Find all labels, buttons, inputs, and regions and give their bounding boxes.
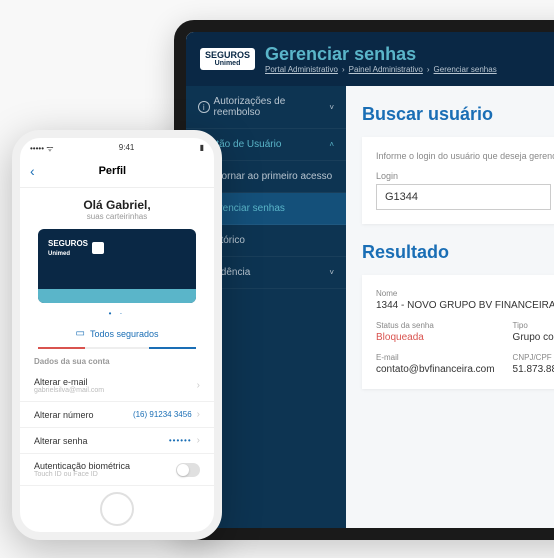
greeting-text: Olá Gabriel, xyxy=(34,198,200,212)
search-section-title: Buscar usuário xyxy=(362,104,554,125)
battery-icon: ▮ xyxy=(200,143,204,154)
brand-logo: SEGUROS Unimed xyxy=(200,48,255,70)
carousel-dots[interactable]: • · xyxy=(20,303,214,324)
info-icon: i xyxy=(198,101,210,113)
nav-title: Perfil xyxy=(35,165,190,177)
row-title: Autenticação biométrica xyxy=(34,461,130,471)
login-input[interactable] xyxy=(376,184,551,210)
chevron-right-icon: › xyxy=(197,435,200,446)
chevron-down-icon: ˅ xyxy=(329,268,334,277)
row-value: (16) 91234 3456 xyxy=(133,410,192,419)
row-title: Alterar e-mail xyxy=(34,377,104,387)
account-section-header: Dados da sua conta xyxy=(20,349,214,366)
card-brand-bottom: Unimed xyxy=(48,251,70,257)
breadcrumb-item[interactable]: Gerenciar senhas xyxy=(434,65,497,74)
card-strip xyxy=(38,289,196,303)
breadcrumb-item[interactable]: Painel Administrativo xyxy=(349,65,423,74)
page-title: Gerenciar senhas xyxy=(265,44,497,65)
breadcrumb-item[interactable]: Portal Administrativo xyxy=(265,65,338,74)
sidebar-item-autorizacoes[interactable]: i Autorizações de reembolso ˅ xyxy=(186,86,346,129)
phone-frame: ••••• ᯤ 9:41 ▮ ‹ Perfil Olá Gabriel, sua… xyxy=(12,130,222,540)
todos-label: Todos segurados xyxy=(90,329,159,339)
nav-bar: ‹ Perfil xyxy=(20,159,214,188)
account-header-label: Dados da sua conta xyxy=(34,357,200,366)
biometric-toggle[interactable] xyxy=(176,463,200,477)
status-time: 9:41 xyxy=(119,143,135,154)
result-status-label: Status da senha xyxy=(376,321,495,330)
row-alterar-email[interactable]: Alterar e-mail gabrielsilva@mail.com › xyxy=(20,370,214,402)
result-doc-label: CNPJ/CPF xyxy=(513,353,554,362)
result-type-value: Grupo co xyxy=(513,332,554,343)
main-content: Buscar usuário Informe o login do usuári… xyxy=(346,86,554,528)
divider-accent xyxy=(38,347,196,349)
result-status-value: Bloqueada xyxy=(376,332,495,343)
tablet-body: iAutorizações de reembolso ˅ Gestão de U… xyxy=(186,86,554,528)
card-brand-top: SEGUROS xyxy=(48,239,88,248)
app-header: SEGUROS Unimed Gerenciar senhas Portal A… xyxy=(186,32,554,86)
greeting-block: Olá Gabriel, suas carteirinhas xyxy=(20,188,214,229)
result-name-label: Nome xyxy=(376,289,554,298)
row-title: Alterar senha xyxy=(34,436,88,446)
card-brand: SEGUROS Unimed xyxy=(48,239,186,257)
signal-icon: ••••• ᯤ xyxy=(30,143,54,154)
greeting-subtitle: suas carteirinhas xyxy=(34,212,200,221)
logo-text-bottom: Unimed xyxy=(215,60,241,67)
result-doc-value: 51.873.88 xyxy=(513,364,554,375)
sidebar-item-label: Retornar ao primeiro acesso xyxy=(206,171,332,182)
tablet-frame: SEGUROS Unimed Gerenciar senhas Portal A… xyxy=(174,20,554,540)
card-carousel[interactable]: SEGUROS Unimed xyxy=(20,229,214,303)
logo-text-top: SEGUROS xyxy=(205,51,250,60)
header-title-block: Gerenciar senhas Portal Administrativo ›… xyxy=(265,44,497,74)
chevron-right-icon: › xyxy=(197,380,200,391)
card-stack-icon: ▭ xyxy=(76,328,85,339)
status-bar: ••••• ᯤ 9:41 ▮ xyxy=(20,138,214,159)
row-alterar-numero[interactable]: Alterar número (16) 91234 3456 › xyxy=(20,402,214,428)
insurance-card[interactable]: SEGUROS Unimed xyxy=(38,229,196,303)
result-section-title: Resultado xyxy=(362,242,554,263)
result-name-value: 1344 - NOVO GRUPO BV FINANCEIRA xyxy=(376,300,554,311)
row-subtitle: Touch ID ou Face ID xyxy=(34,471,130,478)
result-type-label: Tipo xyxy=(513,321,554,330)
row-value: •••••• xyxy=(169,436,192,445)
row-alterar-senha[interactable]: Alterar senha •••••• › xyxy=(20,428,214,454)
todos-segurados-link[interactable]: ▭ Todos segurados xyxy=(20,324,214,347)
search-hint: Informe o login do usuário que deseja ge… xyxy=(376,151,554,161)
chevron-down-icon: ˅ xyxy=(329,103,334,112)
login-label: Login xyxy=(376,171,551,181)
chevron-right-icon: › xyxy=(197,409,200,420)
result-email-label: E-mail xyxy=(376,353,495,362)
result-email-value: contato@bvfinanceira.com xyxy=(376,364,495,375)
row-title: Alterar número xyxy=(34,410,94,420)
search-card: Informe o login do usuário que deseja ge… xyxy=(362,137,554,224)
phone-screen: ••••• ᯤ 9:41 ▮ ‹ Perfil Olá Gabriel, sua… xyxy=(20,138,214,492)
row-biometric[interactable]: Autenticação biométrica Touch ID ou Face… xyxy=(20,454,214,486)
sidebar-item-label: Autorizações de reembolso xyxy=(214,96,330,118)
result-card: Nome 1344 - NOVO GRUPO BV FINANCEIRA Sta… xyxy=(362,275,554,389)
tablet-screen: SEGUROS Unimed Gerenciar senhas Portal A… xyxy=(186,32,554,528)
chevron-up-icon: ˄ xyxy=(329,140,334,149)
row-subtitle: gabrielsilva@mail.com xyxy=(34,387,104,394)
card-logo-icon xyxy=(92,242,104,254)
breadcrumb: Portal Administrativo › Painel Administr… xyxy=(265,65,497,74)
